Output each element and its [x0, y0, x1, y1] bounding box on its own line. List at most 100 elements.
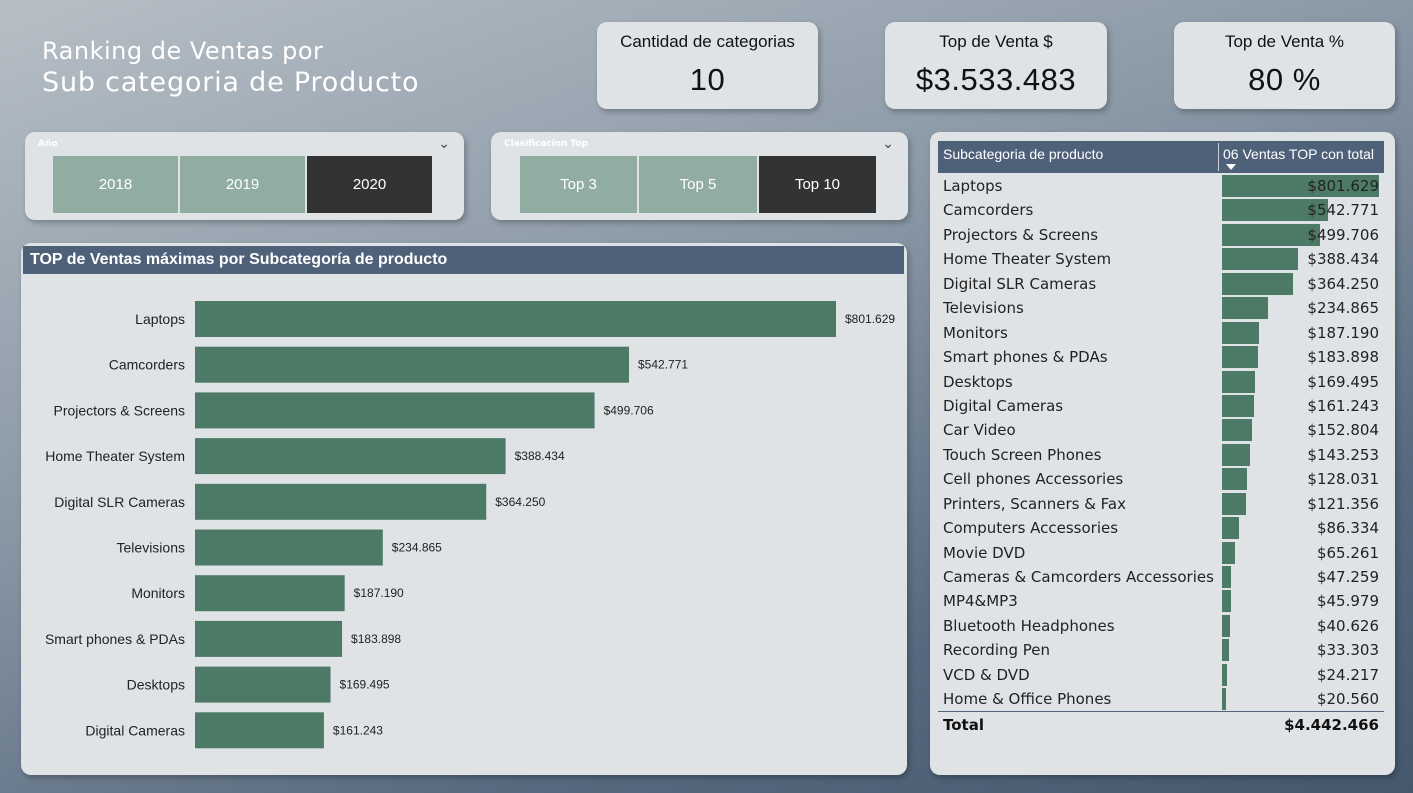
row-data-bar [1222, 541, 1235, 564]
kpi-value: 80 % [1248, 62, 1321, 97]
category-label: Monitors [131, 585, 185, 601]
table-row[interactable]: Projectors & Screens $499.706 [938, 223, 1384, 247]
row-data-bar [1222, 297, 1268, 320]
table-total-row: Total $4.442.466 [938, 714, 1384, 738]
row-data-bar [1222, 566, 1232, 588]
table-row[interactable]: Home Theater System $388.434 [938, 247, 1384, 271]
row-data-bar [1222, 223, 1320, 246]
row-data-bar [1222, 492, 1246, 515]
table-row[interactable]: Cameras & Camcorders Accessories $47.259 [938, 565, 1384, 589]
row-data-bar [1222, 419, 1252, 442]
row-subcategory: Home Theater System [943, 250, 1112, 269]
kpi-value: 10 [689, 62, 726, 97]
table-row[interactable]: Camcorders $542.771 [938, 198, 1384, 222]
row-subcategory: MP4&MP3 [943, 592, 1018, 611]
row-data-bar [1222, 248, 1298, 271]
bar[interactable] [195, 666, 331, 703]
data-label: $183.898 [351, 632, 401, 646]
table-row[interactable]: Desktops $169.495 [938, 370, 1384, 394]
category-label: Smart phones & PDAs [45, 631, 185, 647]
bar[interactable] [195, 620, 343, 657]
row-value: $128.031 [1307, 470, 1379, 489]
table-row[interactable]: Monitors $187.190 [938, 321, 1384, 345]
table-row[interactable]: Cell phones Accessories $128.031 [938, 467, 1384, 491]
row-subcategory: Monitors [943, 323, 1008, 342]
category-label: Laptops [135, 311, 185, 327]
total-divider [938, 711, 1384, 712]
category-label: Home Theater System [45, 448, 185, 464]
kpi-label: Top de Venta % [1224, 32, 1345, 51]
table-row[interactable]: Smart phones & PDAs $183.898 [938, 345, 1384, 369]
slicer-option-2020[interactable]: 2020 [307, 156, 432, 213]
bar[interactable] [195, 438, 506, 475]
kpi-card-categorias: Cantidad de categorias 10 [597, 22, 818, 109]
sort-descending-icon[interactable] [1226, 164, 1236, 170]
table-row[interactable]: Computers Accessories $86.334 [938, 516, 1384, 540]
header-ventas-top[interactable]: 06 Ventas TOP con total [1223, 146, 1374, 162]
row-subcategory: Computers Accessories [943, 519, 1119, 538]
table-row[interactable]: Recording Pen $33.303 [938, 638, 1384, 662]
table-row[interactable]: Movie DVD $65.261 [938, 541, 1384, 565]
total-label: Total [943, 716, 984, 734]
row-subcategory: Televisions [943, 299, 1024, 318]
chevron-down-icon[interactable]: ⌄ [882, 136, 894, 152]
row-subcategory: Recording Pen [943, 641, 1051, 660]
slicer-option-2018[interactable]: 2018 [53, 156, 178, 213]
table-row[interactable]: Digital SLR Cameras $364.250 [938, 272, 1384, 296]
row-subcategory: Bluetooth Headphones [943, 616, 1115, 635]
row-subcategory: Cell phones Accessories [943, 470, 1124, 489]
row-subcategory: Car Video [943, 421, 1016, 440]
total-value: $4.442.466 [1284, 716, 1379, 734]
table-row[interactable]: Printers, Scanners & Fax $121.356 [938, 492, 1384, 516]
table-row[interactable]: Televisions $234.865 [938, 296, 1384, 320]
bar[interactable] [195, 346, 630, 383]
slicer-option-top3[interactable]: Top 3 [520, 156, 637, 213]
data-label: $187.190 [354, 586, 404, 600]
table-row[interactable]: Car Video $152.804 [938, 418, 1384, 442]
row-value: $187.190 [1307, 323, 1379, 342]
chevron-down-icon[interactable]: ⌄ [438, 136, 450, 152]
kpi-label: Top de Venta $ [939, 32, 1053, 51]
table-row[interactable]: Digital Cameras $161.243 [938, 394, 1384, 418]
row-subcategory: Digital Cameras [943, 396, 1064, 415]
slicer-option-2019[interactable]: 2019 [180, 156, 305, 213]
table-row[interactable]: Bluetooth Headphones $40.626 [938, 614, 1384, 638]
bar[interactable] [195, 483, 487, 520]
table-body: Laptops $801.629 Camcorders $542.771 Project… [938, 174, 1384, 712]
row-value: $33.303 [1316, 641, 1379, 660]
kpi-card-top-venta-pct: Top de Venta % 80 % [1174, 22, 1395, 109]
row-value: $20.560 [1316, 690, 1379, 709]
slicer-option-top5[interactable]: Top 5 [639, 156, 757, 213]
slicer-top: Clasificacion Top ⌄ Top 3 Top 5 Top 10 [491, 132, 908, 220]
table-row[interactable]: MP4&MP3 $45.979 [938, 589, 1384, 613]
row-value: $121.356 [1307, 494, 1379, 513]
row-value: $143.253 [1307, 445, 1379, 464]
slicer-option-top10[interactable]: Top 10 [759, 156, 876, 213]
data-label: $161.243 [333, 723, 383, 737]
page-title-line2: Sub categoria de Producto [42, 67, 420, 98]
category-label: Desktops [127, 677, 185, 693]
row-subcategory: VCD & DVD [943, 665, 1030, 684]
row-data-bar [1222, 443, 1251, 466]
header-subcategoria[interactable]: Subcategoria de producto [943, 146, 1103, 162]
data-label: $234.865 [392, 541, 442, 555]
row-subcategory: Printers, Scanners & Fax [943, 494, 1126, 513]
data-label: $169.495 [340, 678, 390, 692]
row-data-bar [1222, 346, 1258, 369]
table-row[interactable]: Home & Office Phones $20.560 [938, 687, 1384, 711]
bar[interactable] [195, 392, 595, 429]
row-data-bar [1222, 590, 1231, 613]
table-row[interactable]: VCD & DVD $24.217 [938, 663, 1384, 687]
bar[interactable] [195, 529, 383, 566]
category-label: Digital Cameras [85, 722, 185, 738]
bar[interactable] [195, 712, 324, 749]
bar[interactable] [195, 301, 836, 337]
table-row[interactable]: Touch Screen Phones $143.253 [938, 443, 1384, 467]
bar[interactable] [195, 575, 345, 612]
row-value: $24.217 [1316, 665, 1379, 684]
row-value: $86.334 [1316, 519, 1379, 538]
bar-chart: Laptops $801.629 Camcorders $542.771 Project… [45, 301, 895, 749]
kpi-label: Cantidad de categorias [620, 32, 795, 51]
table-row[interactable]: Laptops $801.629 [938, 174, 1384, 198]
data-label: $499.706 [604, 403, 654, 417]
